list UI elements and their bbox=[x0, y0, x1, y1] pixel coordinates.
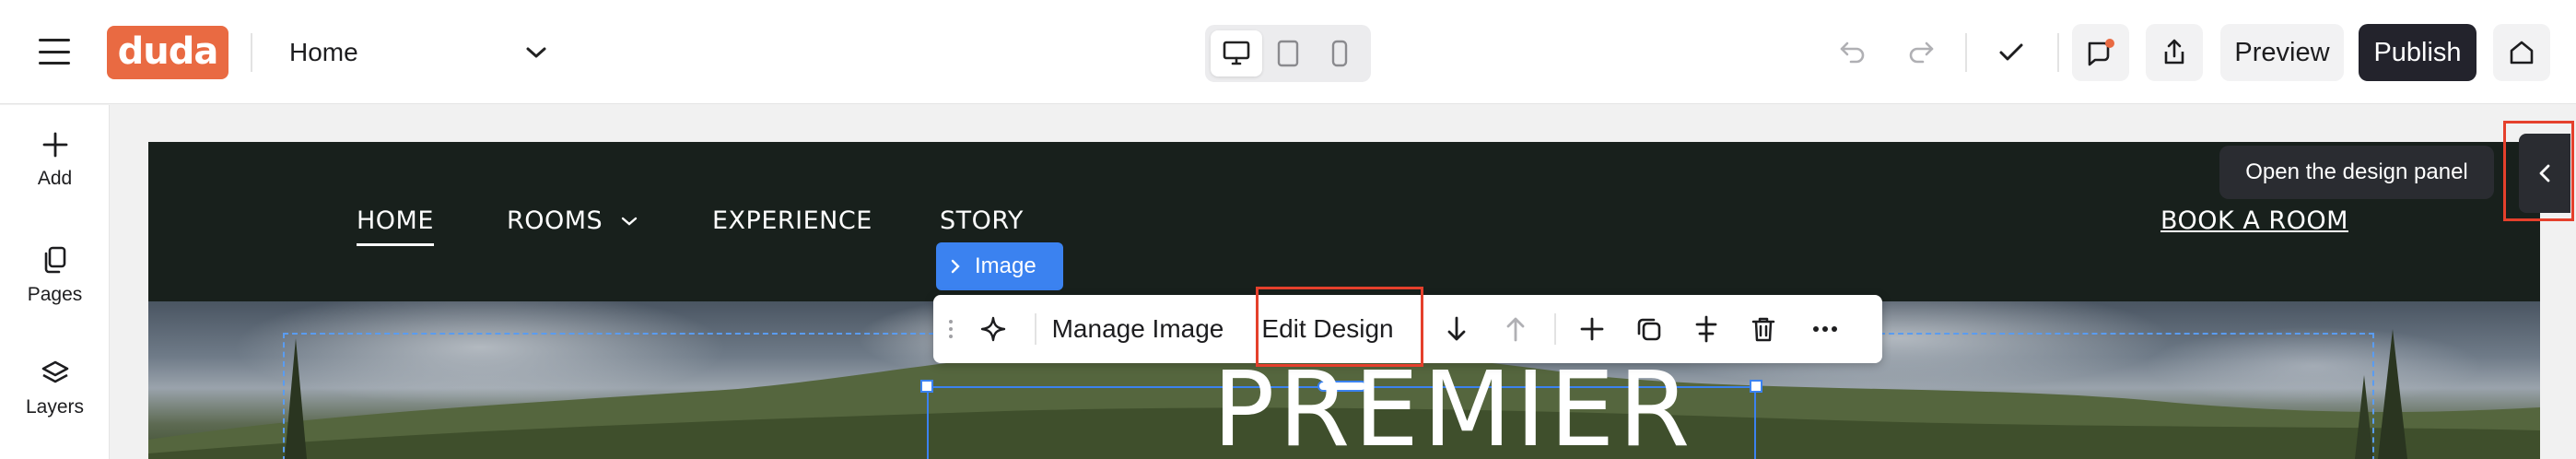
site-nav-rooms[interactable]: ROOMS bbox=[507, 206, 603, 235]
comments-button[interactable] bbox=[2072, 24, 2129, 81]
divider bbox=[1554, 313, 1556, 345]
book-a-room-link[interactable]: BOOK A ROOM bbox=[2160, 206, 2348, 235]
design-panel-tooltip: Open the design panel bbox=[2219, 146, 2494, 199]
chevron-down-icon bbox=[526, 47, 546, 58]
sidebar-item-label: Layers bbox=[25, 396, 85, 418]
resize-handle[interactable] bbox=[1750, 380, 1762, 393]
chevron-right-icon bbox=[951, 259, 960, 274]
more-options-button[interactable] bbox=[1797, 295, 1853, 363]
sparkle-icon bbox=[980, 316, 1006, 342]
manage-image-button[interactable]: Manage Image bbox=[1048, 295, 1228, 363]
move-up-icon bbox=[1506, 317, 1525, 342]
save-status-button[interactable] bbox=[1992, 33, 2031, 72]
site-nav-home[interactable]: HOME bbox=[357, 206, 434, 235]
edit-design-highlight bbox=[1256, 287, 1423, 367]
divider bbox=[1035, 313, 1036, 345]
sidebar-item-layers[interactable]: Layers bbox=[0, 359, 110, 418]
move-up-button[interactable] bbox=[1497, 295, 1534, 363]
desktop-icon bbox=[1223, 41, 1250, 65]
site-nav-story[interactable]: STORY bbox=[940, 206, 1024, 235]
redo-button[interactable] bbox=[1902, 33, 1940, 72]
hero-title: PREMIER bbox=[1212, 350, 1694, 459]
active-nav-underline bbox=[357, 243, 434, 246]
delete-button[interactable] bbox=[1740, 295, 1786, 363]
preview-button[interactable]: Preview bbox=[2220, 24, 2344, 81]
chevron-down-icon bbox=[621, 217, 638, 226]
divider bbox=[251, 33, 252, 72]
divider bbox=[2057, 33, 2059, 72]
move-down-icon bbox=[1447, 316, 1466, 341]
home-button[interactable] bbox=[2493, 24, 2550, 81]
sidebar-item-add[interactable]: Add bbox=[0, 131, 110, 190]
share-button[interactable] bbox=[2146, 24, 2203, 81]
redo-icon bbox=[1909, 41, 1934, 64]
comments-icon bbox=[2088, 39, 2114, 66]
undo-icon bbox=[1840, 41, 1865, 64]
sidebar-item-pages[interactable]: Pages bbox=[0, 245, 110, 306]
top-toolbar: duda Home Preview Publish bbox=[0, 0, 2576, 104]
duplicate-button[interactable] bbox=[1626, 295, 1672, 363]
add-icon bbox=[1580, 317, 1604, 341]
site-nav-experience[interactable]: EXPERIENCE bbox=[712, 206, 872, 235]
move-down-button[interactable] bbox=[1438, 295, 1475, 363]
align-button[interactable] bbox=[1683, 295, 1729, 363]
delete-icon bbox=[1751, 317, 1775, 342]
check-icon bbox=[1999, 43, 2023, 61]
drag-handle-icon bbox=[949, 320, 953, 338]
duda-logo: duda bbox=[107, 26, 228, 79]
ai-assistant-button[interactable] bbox=[965, 295, 1022, 363]
add-element-button[interactable] bbox=[1569, 295, 1615, 363]
duplicate-icon bbox=[1637, 318, 1661, 341]
publish-button[interactable]: Publish bbox=[2359, 24, 2476, 81]
tablet-view-button[interactable] bbox=[1262, 30, 1314, 76]
sidebar-item-label: Pages bbox=[27, 284, 83, 305]
sidebar-item-label: Add bbox=[37, 168, 73, 189]
more-icon bbox=[1813, 326, 1837, 332]
page-selector-label: Home bbox=[289, 38, 358, 66]
layers-icon bbox=[41, 360, 68, 383]
page-selector[interactable]: Home bbox=[289, 28, 547, 77]
left-sidebar: Add Pages Layers bbox=[0, 105, 110, 459]
tablet-icon bbox=[1277, 40, 1299, 67]
undo-button[interactable] bbox=[1833, 33, 1872, 72]
element-type-text: Image bbox=[975, 253, 1036, 278]
desktop-view-button[interactable] bbox=[1211, 30, 1262, 76]
design-panel-highlight bbox=[2503, 121, 2574, 221]
resize-handle[interactable] bbox=[920, 380, 933, 393]
hamburger-icon[interactable] bbox=[39, 39, 70, 65]
device-switcher bbox=[1205, 25, 1371, 82]
align-icon bbox=[1695, 315, 1717, 343]
share-icon bbox=[2164, 39, 2184, 65]
pages-icon bbox=[44, 246, 65, 274]
element-type-label[interactable]: Image bbox=[936, 242, 1063, 290]
plus-icon bbox=[42, 132, 67, 158]
divider bbox=[1965, 33, 1967, 72]
drag-handle[interactable] bbox=[937, 295, 965, 363]
home-icon bbox=[2510, 41, 2534, 65]
mobile-icon bbox=[1331, 40, 1348, 67]
mobile-view-button[interactable] bbox=[1314, 30, 1365, 76]
